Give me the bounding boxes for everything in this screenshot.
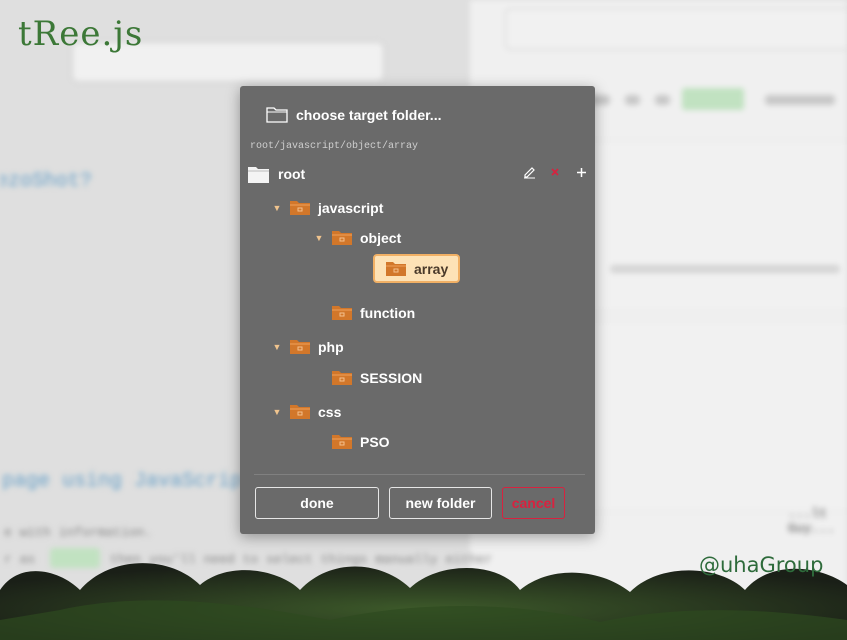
expanded-caret-icon[interactable]: ▼ — [271, 203, 283, 213]
tree-node-object[interactable]: ▼ object — [313, 229, 402, 246]
footer-divider — [254, 474, 585, 475]
node-label: javascript — [318, 199, 384, 216]
expanded-caret-icon[interactable]: ▼ — [313, 233, 325, 243]
node-label: function — [360, 304, 416, 321]
folder-icon — [290, 405, 310, 419]
brand-label: @uhaGroup — [699, 553, 824, 577]
folder-outline-icon — [266, 107, 288, 123]
expanded-caret-icon[interactable]: ▼ — [271, 342, 283, 352]
folder-icon — [332, 231, 352, 245]
folder-icon — [290, 201, 310, 215]
dialog-header: choose target folder... — [266, 106, 441, 123]
dialog-title: choose target folder... — [296, 106, 442, 123]
tree-node-php[interactable]: ▼ php — [271, 338, 344, 355]
tree-node-pso[interactable]: PSO — [331, 433, 390, 450]
node-label: array — [414, 260, 449, 277]
expanded-caret-icon[interactable]: ▼ — [271, 407, 283, 417]
tree-node-array-selected[interactable]: array — [373, 254, 461, 283]
node-label: object — [360, 229, 402, 246]
edit-icon[interactable] — [522, 165, 536, 179]
root-label: root — [278, 166, 306, 182]
current-path: root/javascript/object/array — [250, 141, 419, 152]
folder-icon — [290, 340, 310, 354]
tree-node-javascript[interactable]: ▼ javascript — [271, 199, 384, 216]
node-label: SESSION — [360, 369, 423, 386]
tree-node-css[interactable]: ▼ css — [271, 403, 342, 420]
new-folder-button[interactable]: new folder — [389, 487, 492, 519]
node-label: css — [318, 403, 342, 420]
tree-root[interactable]: root — [247, 164, 305, 184]
tree-toolbar — [522, 165, 588, 179]
done-button[interactable]: done — [255, 487, 379, 519]
cancel-button[interactable]: cancel — [502, 487, 565, 519]
folder-icon — [332, 435, 352, 449]
folder-icon — [386, 262, 406, 276]
tree-node-function[interactable]: function — [331, 304, 415, 321]
add-icon[interactable] — [574, 165, 588, 179]
folder-icon — [332, 371, 352, 385]
folder-picker-dialog: choose target folder... root/javascript/… — [240, 86, 595, 534]
root-folder-icon — [248, 167, 269, 183]
node-label: php — [318, 338, 344, 355]
node-label: PSO — [360, 433, 390, 450]
folder-icon — [332, 306, 352, 320]
delete-icon[interactable] — [548, 165, 562, 179]
tree-node-session[interactable]: SESSION — [331, 369, 422, 386]
